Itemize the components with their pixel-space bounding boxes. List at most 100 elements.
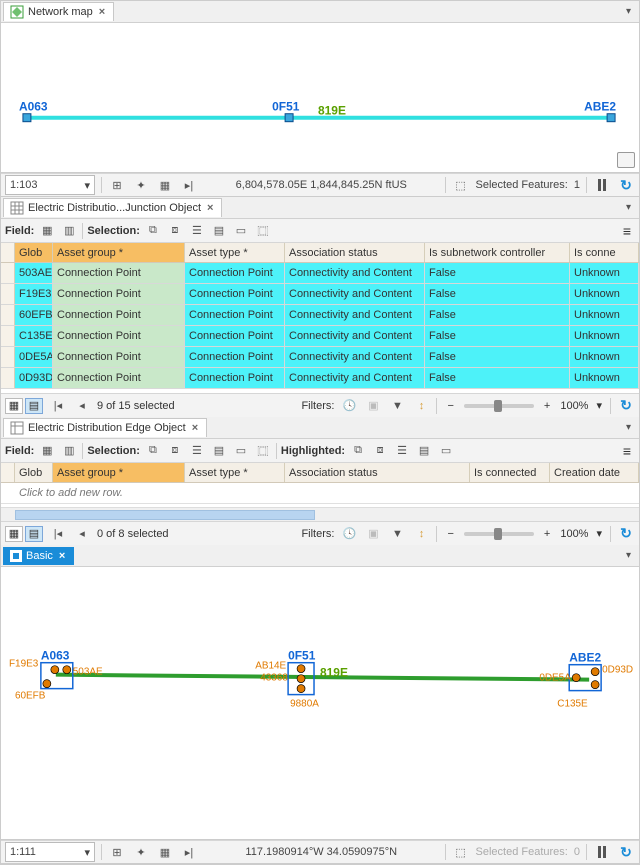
junction-dot[interactable] [297, 685, 305, 693]
hamburger-menu[interactable]: ≡ [619, 221, 635, 241]
sel-btn-2[interactable]: ⧈ [166, 442, 184, 460]
junction-dot[interactable] [43, 680, 51, 688]
map1-canvas[interactable]: A063 0F51 819E ABE2 [1, 23, 639, 173]
col-assoc-status[interactable]: Association status [285, 243, 425, 262]
selected-icon[interactable]: ⬚ [452, 843, 470, 861]
sel-btn-3[interactable]: ☰ [188, 222, 206, 240]
col-glob[interactable]: Glob [15, 243, 53, 262]
junction-dot[interactable] [51, 666, 59, 674]
overview-icon[interactable] [617, 152, 635, 168]
filter-sort[interactable]: ↕ [412, 525, 430, 543]
map2-canvas[interactable]: A063 F19E3 503AE 60EFB 0F51 AB14E 43368 … [1, 567, 639, 840]
row-gutter-head[interactable] [1, 463, 15, 482]
zoom-minus[interactable]: − [443, 528, 457, 540]
view-all[interactable]: ▦ [5, 398, 23, 414]
col-creation-date[interactable]: Creation date [550, 463, 639, 482]
pane-menu-caret[interactable]: ▾ [622, 422, 635, 433]
close-icon[interactable]: × [57, 550, 67, 562]
junction-dot[interactable] [63, 666, 71, 674]
close-icon[interactable]: × [97, 6, 107, 18]
table1-grid[interactable]: Glob Asset group * Asset type * Associat… [1, 243, 639, 393]
close-icon[interactable]: × [205, 202, 215, 214]
scale-select[interactable]: 1:103▾ [5, 175, 95, 195]
filter-extent[interactable]: ▣ [364, 397, 382, 415]
first-record[interactable]: |◂ [49, 397, 67, 415]
hamburger-menu[interactable]: ≡ [619, 441, 635, 461]
sel-btn-1[interactable]: ⧉ [144, 442, 162, 460]
chevron-down-icon[interactable]: ▾ [594, 399, 604, 412]
close-icon[interactable]: × [190, 422, 200, 434]
tool-btn-2[interactable]: ✦ [132, 176, 150, 194]
col-asset-type[interactable]: Asset type * [185, 463, 285, 482]
col-asset-type[interactable]: Asset type * [185, 243, 285, 262]
sel-btn-4[interactable]: ▤ [210, 222, 228, 240]
hl-btn-3[interactable]: ☰ [393, 442, 411, 460]
row-gutter[interactable] [1, 305, 15, 325]
node[interactable] [23, 114, 31, 122]
table-row[interactable]: F19E3Connection PointConnection PointCon… [1, 284, 639, 305]
field-btn-1[interactable]: ▦ [38, 222, 56, 240]
zoom-slider[interactable] [464, 532, 534, 536]
node[interactable] [285, 114, 293, 122]
refresh-button[interactable]: ↻ [617, 176, 635, 194]
refresh-button[interactable]: ↻ [617, 843, 635, 861]
filter-funnel[interactable]: ▼ [388, 397, 406, 415]
col-asset-group[interactable]: Asset group * [53, 243, 185, 262]
col-asset-group[interactable]: Asset group * [53, 463, 185, 482]
hl-btn-1[interactable]: ⧉ [349, 442, 367, 460]
table-row[interactable]: 0DE5AConnection PointConnection PointCon… [1, 347, 639, 368]
refresh-button[interactable]: ↻ [617, 525, 635, 543]
col-subnet[interactable]: Is subnetwork controller [425, 243, 570, 262]
field-btn-1[interactable]: ▦ [38, 442, 56, 460]
field-btn-2[interactable]: ▥ [60, 442, 78, 460]
tab-network-map[interactable]: Network map × [3, 2, 114, 21]
chevron-down-icon[interactable]: ▾ [594, 527, 604, 540]
view-selected[interactable]: ▤ [25, 398, 43, 414]
row-gutter[interactable] [1, 326, 15, 346]
sel-btn-4[interactable]: ▤ [210, 442, 228, 460]
view-selected[interactable]: ▤ [25, 526, 43, 542]
pane-menu-caret[interactable]: ▾ [622, 6, 635, 17]
tool-btn-2[interactable]: ✦ [132, 843, 150, 861]
table-row[interactable]: 0D93DConnection PointConnection PointCon… [1, 368, 639, 389]
sel-btn-5[interactable]: ▭ [232, 442, 250, 460]
node[interactable] [607, 114, 615, 122]
filter-sort[interactable]: ↕ [412, 397, 430, 415]
tab-junction-object[interactable]: Electric Distributio...Junction Object × [3, 198, 222, 217]
tool-btn-3[interactable]: ▦ [156, 843, 174, 861]
field-btn-2[interactable]: ▥ [60, 222, 78, 240]
row-gutter-head[interactable] [1, 243, 15, 262]
pause-button[interactable] [593, 176, 611, 194]
tool-btn-4[interactable]: ▸| [180, 843, 198, 861]
refresh-button[interactable]: ↻ [617, 397, 635, 415]
sel-btn-3[interactable]: ☰ [188, 442, 206, 460]
hl-btn-2[interactable]: ⧈ [371, 442, 389, 460]
tool-btn-3[interactable]: ▦ [156, 176, 174, 194]
pane-menu-caret[interactable]: ▾ [622, 202, 635, 213]
sel-btn-5[interactable]: ▭ [232, 222, 250, 240]
row-gutter[interactable] [1, 263, 15, 283]
table-row[interactable]: C135EConnection PointConnection PointCon… [1, 326, 639, 347]
tab-edge-object[interactable]: Electric Distribution Edge Object × [3, 418, 207, 437]
filter-time[interactable]: 🕓 [340, 525, 358, 543]
zoom-plus[interactable]: + [540, 400, 554, 412]
junction-dot[interactable] [591, 681, 599, 689]
filter-time[interactable]: 🕓 [340, 397, 358, 415]
pane-menu-caret[interactable]: ▾ [622, 550, 635, 561]
col-assoc-status[interactable]: Association status [285, 463, 470, 482]
prev-record[interactable]: ◂ [73, 397, 91, 415]
hl-btn-4[interactable]: ▤ [415, 442, 433, 460]
pause-button[interactable] [593, 843, 611, 861]
junction-dot[interactable] [297, 675, 305, 683]
table2-hscroll[interactable] [1, 507, 639, 521]
first-record[interactable]: |◂ [49, 525, 67, 543]
tool-btn-1[interactable]: ⊞ [108, 176, 126, 194]
junction-dot[interactable] [572, 674, 580, 682]
sel-btn-6[interactable]: ⿴ [254, 222, 272, 240]
col-connected[interactable]: Is connected [470, 463, 550, 482]
sel-btn-1[interactable]: ⧉ [144, 222, 162, 240]
hl-btn-5[interactable]: ▭ [437, 442, 455, 460]
view-all[interactable]: ▦ [5, 526, 23, 542]
row-gutter[interactable] [1, 284, 15, 304]
sel-btn-2[interactable]: ⧈ [166, 222, 184, 240]
